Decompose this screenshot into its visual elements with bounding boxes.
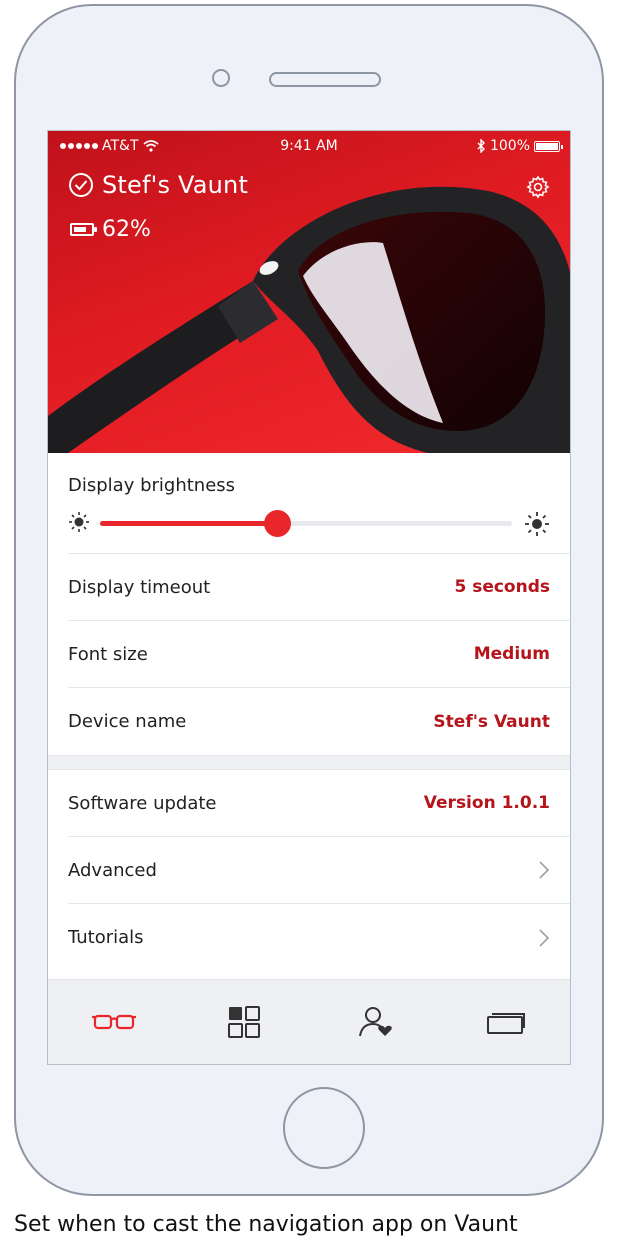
settings-list: Display brightness Display timeout 5 sec… <box>48 453 570 971</box>
row-value: Version 1.0.1 <box>423 793 550 813</box>
row-label: Software update <box>68 792 217 814</box>
row-label: Device name <box>68 711 187 732</box>
tutorials-row[interactable]: Tutorials <box>68 904 570 971</box>
tab-cards[interactable] <box>476 1002 536 1042</box>
device-battery-level: 62% <box>102 217 151 242</box>
brightness-high-icon <box>525 512 549 536</box>
brightness-label: Display brightness <box>68 475 236 496</box>
chevron-right-icon <box>539 861 550 879</box>
caption-text: Set when to cast the navigation app on V… <box>14 1212 518 1237</box>
connected-check-icon <box>69 173 93 197</box>
status-battery-icon <box>534 140 563 152</box>
row-label: Display timeout <box>68 576 211 598</box>
row-value: Stef's Vaunt <box>433 711 550 732</box>
slider-fill <box>100 521 278 526</box>
brightness-setting: Display brightness <box>68 453 570 554</box>
tab-apps[interactable] <box>214 1002 274 1042</box>
row-label: Advanced <box>68 859 157 881</box>
row-label: Font size <box>68 643 148 665</box>
row-label: Tutorials <box>68 927 144 948</box>
advanced-row[interactable]: Advanced <box>68 837 570 904</box>
device-name-row[interactable]: Device name Stef's Vaunt <box>68 688 570 755</box>
cards-icon <box>487 1013 525 1034</box>
device-hero: AT&T 9:41 AM 100% Stef's Vaunt 62% <box>48 131 570 453</box>
row-value: 5 seconds <box>454 577 550 597</box>
slider-track[interactable] <box>100 510 512 537</box>
grid-icon <box>228 1006 260 1038</box>
tab-glasses[interactable] <box>84 1002 144 1042</box>
brightness-low-icon <box>69 512 89 532</box>
font-size-row[interactable]: Font size Medium <box>68 621 570 688</box>
gear-icon[interactable] <box>526 175 550 199</box>
status-battery-label: 100% <box>489 138 530 154</box>
row-value: Medium <box>473 644 550 664</box>
bluetooth-icon <box>477 139 485 153</box>
device-battery-icon <box>70 223 97 236</box>
tab-contacts[interactable] <box>346 1002 406 1042</box>
display-timeout-row[interactable]: Display timeout 5 seconds <box>68 554 570 621</box>
device-title: Stef's Vaunt <box>102 171 249 199</box>
tab-bar <box>48 979 570 1064</box>
status-bar: AT&T 9:41 AM 100% <box>48 131 570 163</box>
home-button[interactable] <box>283 1087 365 1169</box>
section-divider <box>48 755 570 770</box>
slider-thumb[interactable] <box>264 510 292 537</box>
glasses-icon <box>92 1014 136 1030</box>
software-update-row[interactable]: Software update Version 1.0.1 <box>68 770 570 837</box>
chevron-right-icon <box>539 928 550 947</box>
brightness-slider[interactable] <box>68 507 550 537</box>
earpiece-speaker <box>269 72 381 87</box>
app-screen: AT&T 9:41 AM 100% Stef's Vaunt 62% Displ… <box>47 130 571 1065</box>
front-camera <box>212 69 230 87</box>
contact-heart-icon <box>359 1007 392 1037</box>
